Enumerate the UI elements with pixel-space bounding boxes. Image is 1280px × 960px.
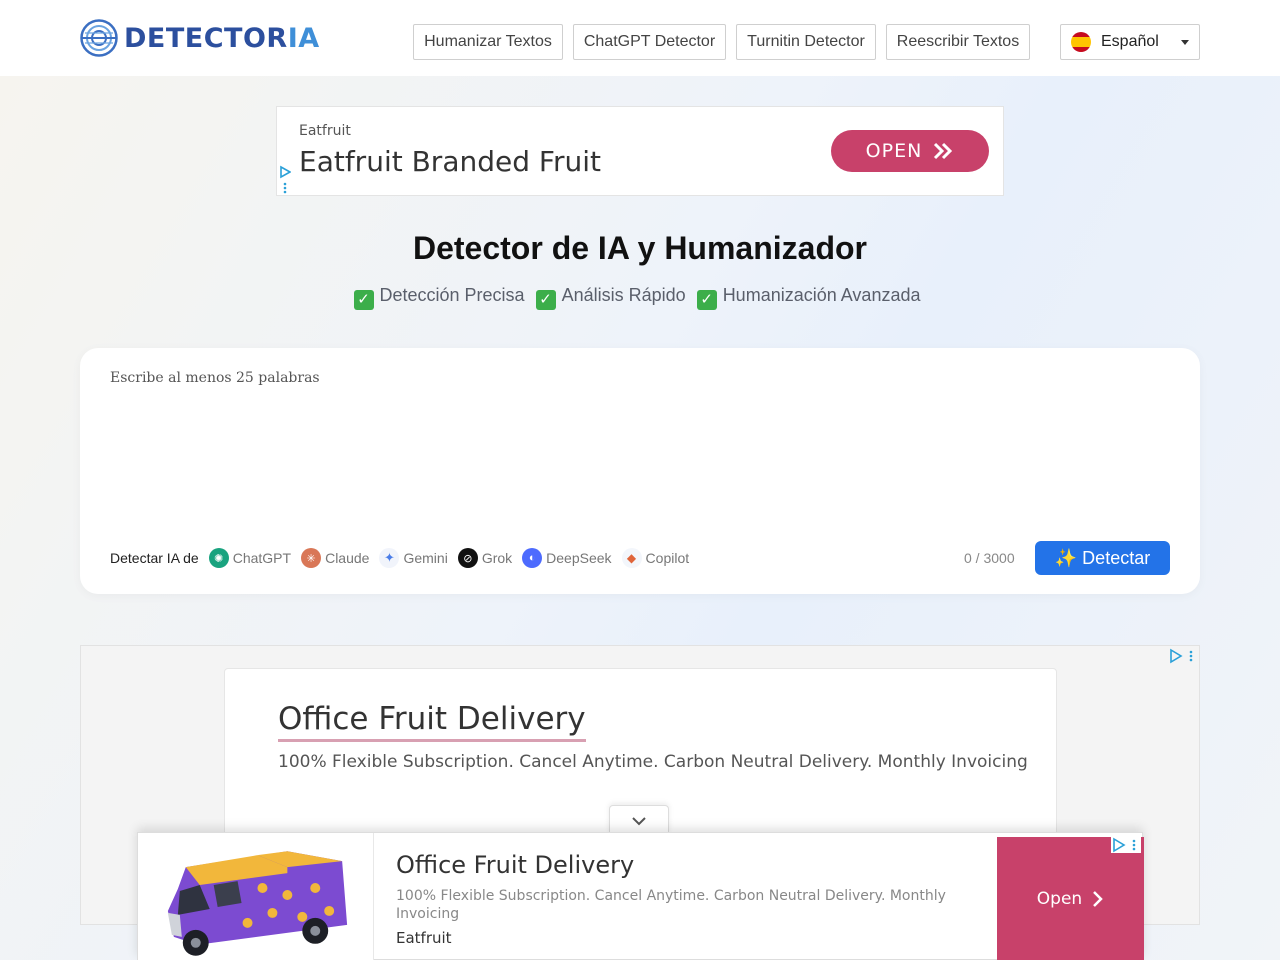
word-counter: 0 / 3000 bbox=[964, 550, 1015, 566]
sticky-ad-open-label: Open bbox=[1036, 889, 1083, 909]
sticky-ad-title[interactable]: Office Fruit Delivery bbox=[396, 851, 634, 879]
sticky-bottom-ad[interactable]: Office Fruit Delivery 100% Flexible Subs… bbox=[137, 832, 1144, 960]
check-icon: ✓ bbox=[696, 290, 717, 310]
chatgpt-icon: ✺ bbox=[208, 548, 229, 568]
language-selector[interactable]: Español bbox=[1060, 24, 1200, 60]
logo-text: DETECTORIA bbox=[124, 23, 320, 54]
model-label: Grok bbox=[481, 550, 513, 566]
adchoices-icon[interactable] bbox=[279, 165, 291, 195]
ad-headline[interactable]: Eatfruit Branded Fruit bbox=[299, 145, 601, 178]
model-copilot[interactable]: ◆ Copilot bbox=[621, 548, 690, 568]
feature-label: Análisis Rápido bbox=[561, 285, 686, 305]
claude-icon: ✳ bbox=[301, 548, 322, 568]
sticky-ad-open-button[interactable]: Open bbox=[997, 837, 1144, 960]
delivery-van-image bbox=[138, 833, 374, 960]
logo-text-accent: IA bbox=[287, 22, 320, 54]
chevron-down-icon bbox=[1181, 40, 1189, 45]
ad-title[interactable]: Office Fruit Delivery bbox=[278, 699, 586, 742]
chevron-right-icon bbox=[1093, 891, 1103, 907]
model-label: ChatGPT bbox=[232, 550, 292, 566]
ad-advertiser: Eatfruit bbox=[299, 123, 351, 139]
adchoices-icon[interactable] bbox=[1169, 648, 1197, 664]
detect-button[interactable]: ✨ Detectar bbox=[1035, 541, 1170, 575]
check-icon: ✓ bbox=[353, 290, 374, 310]
adchoices-icon[interactable] bbox=[1111, 837, 1141, 853]
chevron-down-icon bbox=[632, 816, 646, 825]
ad-open-button[interactable]: OPEN bbox=[831, 130, 989, 172]
deepseek-icon: ◐ bbox=[522, 548, 543, 568]
nav-humanizar-textos[interactable]: Humanizar Textos bbox=[413, 24, 563, 60]
logo[interactable]: DETECTORIA bbox=[80, 18, 320, 58]
detector-card: Detectar IA de ✺ ChatGPT ✳ Claude ✦ Gemi… bbox=[80, 348, 1200, 594]
text-input[interactable] bbox=[102, 364, 1178, 524]
ad-open-label: OPEN bbox=[865, 140, 923, 162]
double-chevron-right-icon bbox=[934, 142, 953, 160]
sticky-ad-description: 100% Flexible Subscription. Cancel Anyti… bbox=[396, 888, 946, 922]
page-title: Detector de IA y Humanizador bbox=[412, 230, 867, 266]
top-header: DETECTORIA Humanizar Textos ChatGPT Dete… bbox=[0, 0, 1280, 76]
model-label: DeepSeek bbox=[546, 550, 612, 566]
logo-icon bbox=[80, 19, 118, 57]
model-grok[interactable]: ⊘ Grok bbox=[457, 548, 513, 568]
copilot-icon: ◆ bbox=[621, 548, 642, 568]
spain-flag-icon bbox=[1071, 32, 1091, 52]
feature-item: ✓ Análisis Rápido bbox=[535, 285, 686, 310]
top-banner-ad[interactable]: Eatfruit Eatfruit Branded Fruit OPEN bbox=[276, 106, 1004, 196]
sticky-ad-collapse-toggle[interactable] bbox=[609, 805, 669, 835]
model-list: Detectar IA de ✺ ChatGPT ✳ Claude ✦ Gemi… bbox=[110, 546, 699, 570]
logo-text-main: DETECTOR bbox=[124, 22, 288, 54]
gemini-icon: ✦ bbox=[379, 548, 400, 568]
feature-item: ✓ Detección Precisa bbox=[353, 285, 525, 310]
model-deepseek[interactable]: ◐ DeepSeek bbox=[522, 548, 612, 568]
feature-list: ✓ Detección Precisa ✓ Análisis Rápido ✓ Hum… bbox=[0, 285, 1280, 310]
model-chatgpt[interactable]: ✺ ChatGPT bbox=[208, 548, 292, 568]
model-label: Gemini bbox=[403, 550, 448, 566]
feature-item: ✓ Humanización Avanzada bbox=[696, 285, 921, 310]
language-label: Español bbox=[1101, 33, 1159, 50]
nav-reescribir-textos[interactable]: Reescribir Textos bbox=[886, 24, 1030, 60]
nav-turnitin-detector[interactable]: Turnitin Detector bbox=[736, 24, 876, 60]
feature-label: Humanización Avanzada bbox=[722, 285, 921, 305]
model-label: Copilot bbox=[645, 550, 690, 566]
nav-chatgpt-detector[interactable]: ChatGPT Detector bbox=[573, 24, 726, 60]
model-claude[interactable]: ✳ Claude bbox=[301, 548, 369, 568]
model-label: Claude bbox=[325, 550, 370, 566]
models-label: Detectar IA de bbox=[110, 550, 199, 566]
sticky-ad-advertiser: Eatfruit bbox=[396, 929, 452, 947]
check-icon: ✓ bbox=[535, 290, 556, 310]
grok-icon: ⊘ bbox=[457, 548, 478, 568]
model-gemini[interactable]: ✦ Gemini bbox=[379, 548, 448, 568]
feature-label: Detección Precisa bbox=[379, 285, 525, 305]
ad-description: 100% Flexible Subscription. Cancel Anyti… bbox=[278, 752, 1028, 772]
